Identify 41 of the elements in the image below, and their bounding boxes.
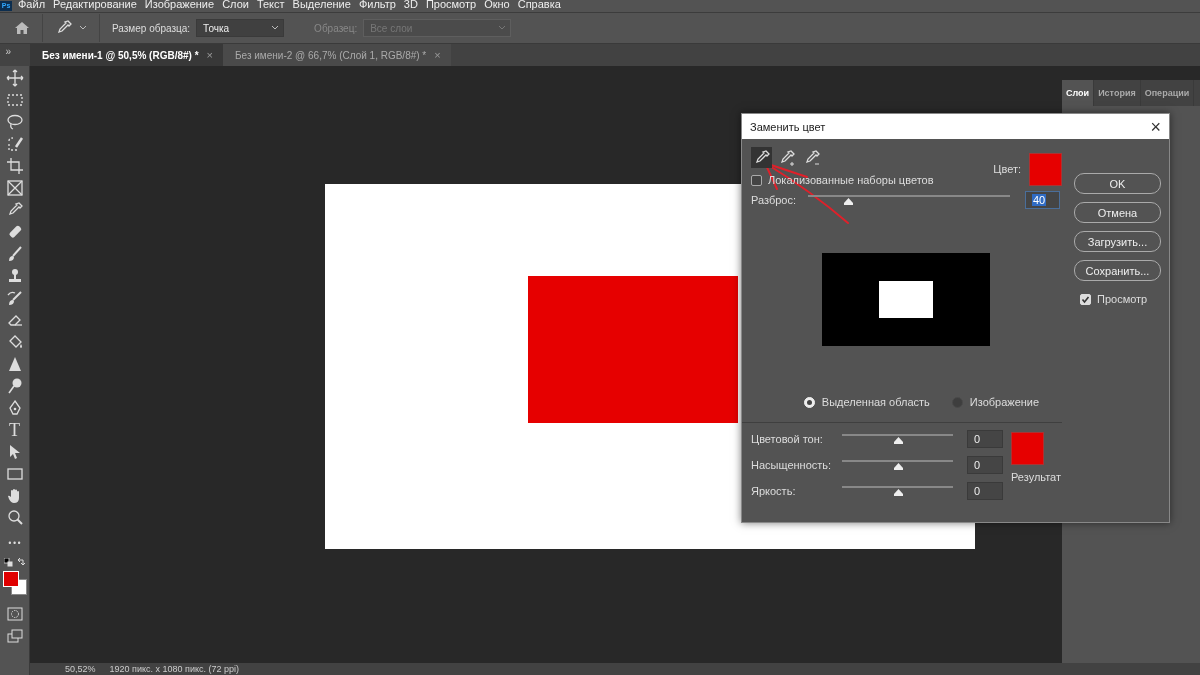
document-tab[interactable]: Без имени-1 @ 50,5% (RGB/8#) * × [30, 44, 223, 66]
menu-item[interactable]: Фильтр [358, 0, 396, 9]
menu-item[interactable]: Справка [517, 0, 561, 9]
preview-label: Просмотр [1097, 293, 1148, 305]
fuzziness-label: Разброс: [751, 194, 797, 206]
document-tab[interactable]: Без имени-2 @ 66,7% (Слой 1, RGB/8#) * × [223, 44, 451, 66]
menu-item[interactable]: Файл [18, 0, 46, 9]
result-label: Результат [1011, 471, 1062, 483]
menu-item[interactable]: Текст [256, 0, 285, 9]
dialog-button[interactable]: Сохранить... [1074, 260, 1161, 281]
panel-tab[interactable]: Слои [1062, 80, 1095, 106]
value-field[interactable]: 0 [967, 430, 1003, 448]
menu-item[interactable]: Просмотр [425, 0, 477, 9]
menu-item[interactable]: Редактирование [53, 0, 137, 9]
close-tab-button[interactable]: × [206, 49, 213, 61]
radio-option[interactable]: Выделенная область [803, 396, 930, 408]
text-tool[interactable]: T [3, 420, 26, 440]
zoom-level: 50,52% [65, 664, 96, 674]
value-field[interactable]: 0 [967, 456, 1003, 474]
sample-size-dropdown[interactable]: Точка [196, 19, 285, 37]
dialog-button[interactable]: OK [1074, 173, 1161, 194]
more-tools-button[interactable]: ••• [3, 534, 26, 554]
radio-option[interactable]: Изображение [951, 396, 1040, 408]
menu-item[interactable]: Изображение [144, 0, 215, 9]
dialog-title: Заменить цвет [750, 120, 826, 133]
menu-item[interactable]: 3D [403, 0, 418, 9]
dialog-button[interactable]: Отмена [1074, 202, 1161, 223]
fuzziness-field[interactable]: 40 [1025, 191, 1060, 209]
document-info: 1920 пикс. x 1080 пикс. (72 ppi) [109, 664, 239, 674]
menu-item[interactable]: Окно [484, 0, 510, 9]
color-label: Цвет: [993, 163, 1021, 175]
menu-item[interactable]: Выделение [292, 0, 351, 9]
adjustment-label: Насыщенность: [751, 459, 833, 471]
dialog-button[interactable]: Загрузить... [1074, 231, 1161, 252]
value-field[interactable]: 0 [967, 482, 1003, 500]
adjustment-label: Цветовой тон: [751, 433, 824, 445]
menu-item[interactable]: Слои [222, 0, 249, 9]
adjustment-label: Яркость: [751, 485, 797, 497]
close-button[interactable]: × [1150, 117, 1161, 136]
panel-toggle[interactable]: » [0, 44, 30, 66]
sample-size-label: Размер образца: [112, 22, 191, 34]
